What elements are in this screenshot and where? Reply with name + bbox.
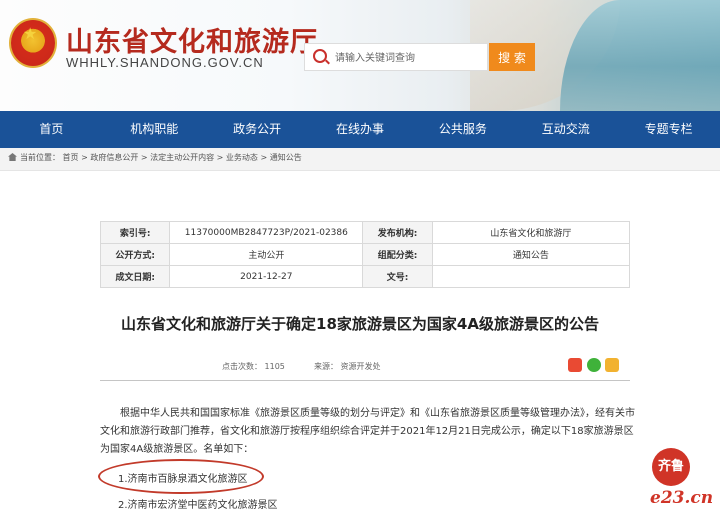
breadcrumb-text[interactable]: 当前位置： 首页 > 政府信息公开 > 法定主动公开内容 > 业务动态 > 通知… bbox=[20, 153, 302, 162]
main-nav: 首页 机构职能 政务公开 在线办事 公共服务 互动交流 专题专栏 bbox=[0, 111, 720, 148]
docno-label: 文号: bbox=[362, 265, 433, 288]
home-icon bbox=[8, 153, 17, 161]
nav-government-affairs[interactable]: 政务公开 bbox=[206, 111, 309, 148]
publisher-value: 山东省文化和旅游厅 bbox=[431, 221, 631, 244]
date-value: 2021-12-27 bbox=[169, 265, 364, 288]
site-url: WHHLY.SHANDONG.GOV.CN bbox=[66, 55, 264, 70]
list-item: 2.济南市宏济堂中医药文化旅游景区 bbox=[118, 500, 278, 511]
search-box[interactable] bbox=[304, 43, 488, 71]
search-button[interactable]: 搜 索 bbox=[489, 43, 535, 71]
mode-label: 公开方式: bbox=[99, 243, 171, 266]
qzone-share-icon[interactable] bbox=[605, 358, 619, 372]
docno-value bbox=[431, 265, 631, 288]
star-icon: ★ bbox=[23, 24, 38, 43]
nav-home[interactable]: 首页 bbox=[0, 111, 103, 148]
index-label: 索引号: bbox=[99, 221, 171, 244]
highlight-circle bbox=[98, 459, 264, 494]
nav-interaction[interactable]: 互动交流 bbox=[514, 111, 617, 148]
weibo-share-icon[interactable] bbox=[568, 358, 582, 372]
mode-value: 主动公开 bbox=[169, 243, 364, 266]
nav-public-services[interactable]: 公共服务 bbox=[411, 111, 514, 148]
breadcrumb[interactable]: 当前位置： 首页 > 政府信息公开 > 法定主动公开内容 > 业务动态 > 通知… bbox=[8, 152, 302, 163]
wechat-share-icon[interactable] bbox=[587, 358, 601, 372]
index-value: 11370000MB2847723P/2021-02386 bbox=[169, 221, 364, 244]
nav-online-services[interactable]: 在线办事 bbox=[309, 111, 412, 148]
category-value: 通知公告 bbox=[431, 243, 631, 266]
date-label: 成文日期: bbox=[99, 265, 171, 288]
watermark-seal: 齐鲁 bbox=[652, 448, 690, 486]
nav-special-topics[interactable]: 专题专栏 bbox=[617, 111, 720, 148]
category-label: 组配分类: bbox=[362, 243, 433, 266]
national-emblem-icon[interactable]: ★ bbox=[9, 18, 57, 68]
divider bbox=[100, 380, 630, 381]
search-input[interactable] bbox=[333, 47, 487, 69]
breadcrumb-bar: 当前位置： 首页 > 政府信息公开 > 法定主动公开内容 > 业务动态 > 通知… bbox=[0, 148, 720, 171]
search-icon bbox=[313, 49, 327, 63]
site-title[interactable]: 山东省文化和旅游厅 bbox=[66, 20, 318, 59]
watermark-logo: e23.cn bbox=[650, 488, 714, 508]
article-body: 根据中华人民共和国国家标准《旅游景区质量等级的划分与评定》和《山东省旅游景区质量… bbox=[100, 408, 635, 455]
article-title: 山东省文化和旅游厅关于确定18家旅游景区为国家4A级旅游景区的公告 bbox=[121, 315, 599, 333]
site-header: ★ 山东省文化和旅游厅 WHHLY.SHANDONG.GOV.CN 搜 索 bbox=[0, 0, 720, 111]
view-count: 点击次数： 1105 bbox=[222, 362, 285, 371]
publisher-label: 发布机构: bbox=[362, 221, 433, 244]
nav-organization[interactable]: 机构职能 bbox=[103, 111, 206, 148]
document-meta-table: 索引号: 11370000MB2847723P/2021-02386 发布机构:… bbox=[99, 221, 631, 288]
article-source: 来源： 资源开发处 bbox=[314, 362, 381, 371]
